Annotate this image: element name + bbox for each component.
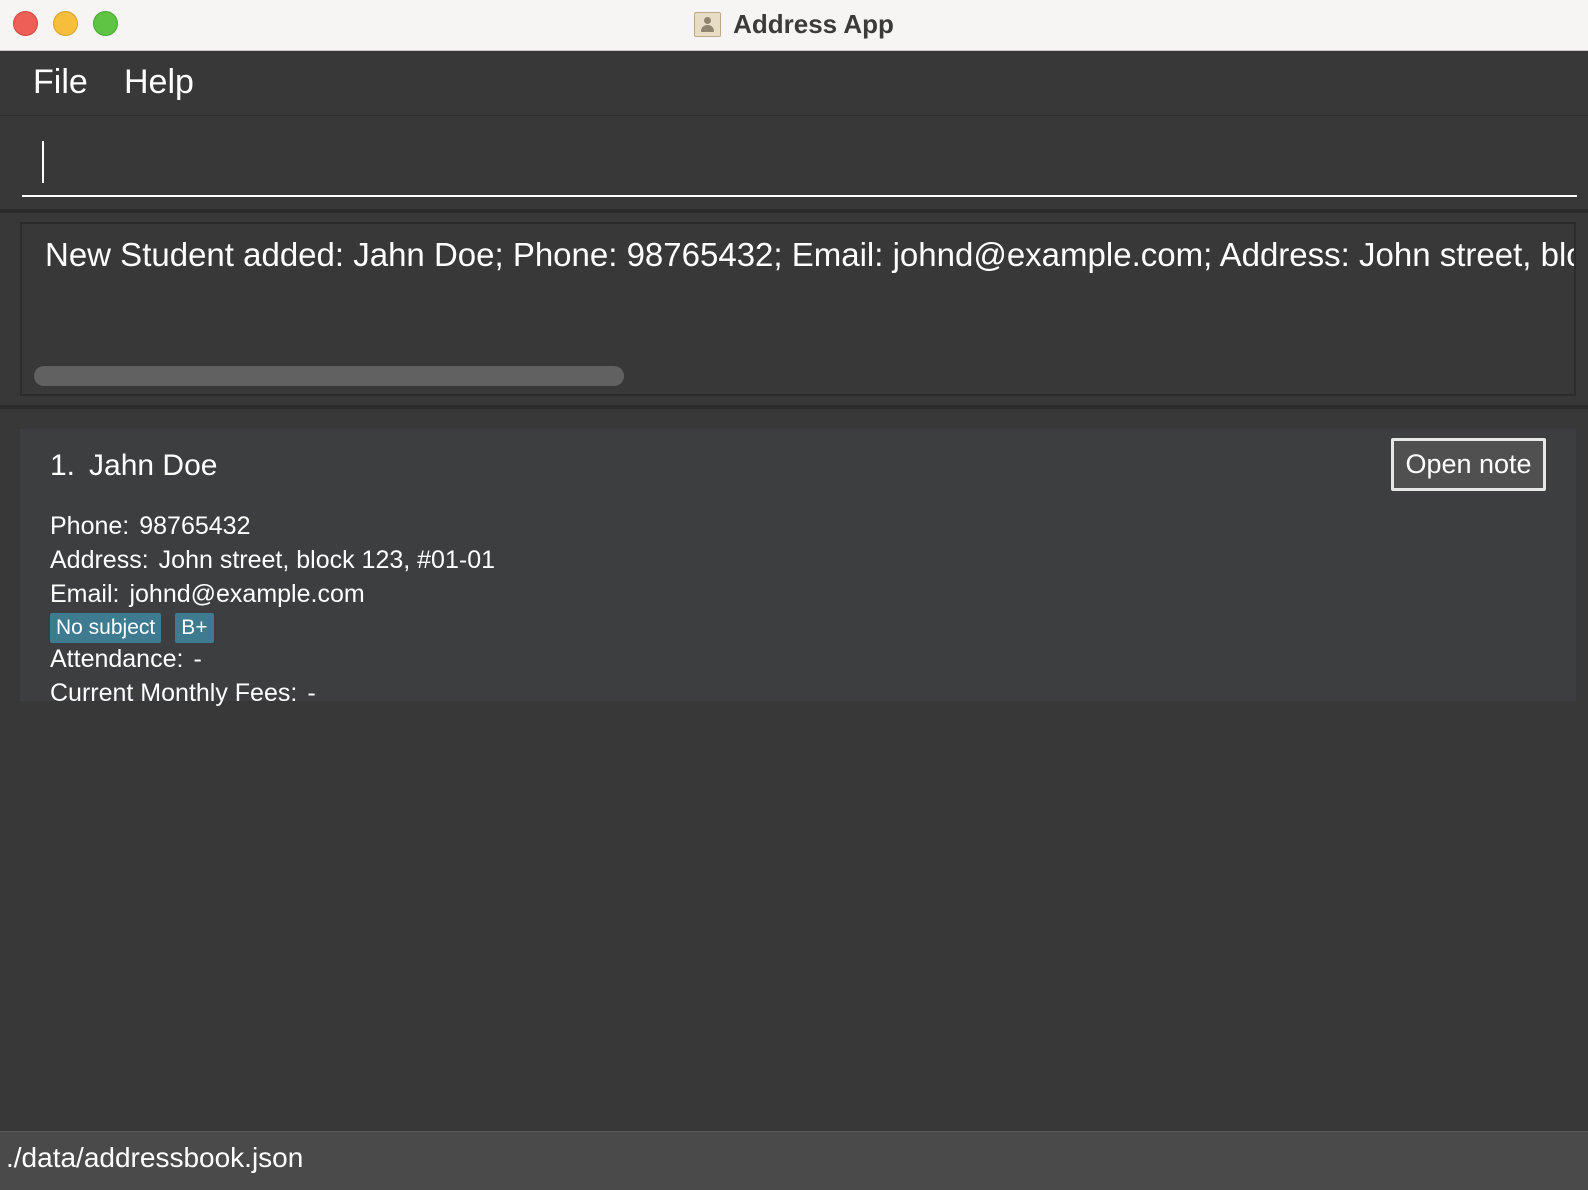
attendance-label: Attendance: — [50, 645, 184, 673]
student-name: Jahn Doe — [89, 449, 218, 482]
attendance-field: Attendance: - — [50, 645, 202, 674]
fees-value: - — [307, 679, 316, 707]
command-box — [0, 117, 1588, 209]
tag-list: No subject B+ — [50, 613, 214, 643]
result-message: New Student added: Jahn Doe; Phone: 9876… — [45, 236, 1576, 273]
address-field: Address: John street, block 123, #01-01 — [50, 546, 495, 575]
menu-file[interactable]: File — [33, 63, 88, 102]
horizontal-scrollbar-thumb[interactable] — [34, 366, 624, 386]
address-label: Address: — [50, 546, 149, 574]
address-value: John street, block 123, #01-01 — [158, 546, 495, 574]
save-location-path: ./data/addressbook.json — [6, 1142, 304, 1173]
student-card[interactable]: 1. Jahn Doe Phone: 98765432 Address: John s… — [20, 429, 1576, 707]
fees-field: Current Monthly Fees: - — [50, 679, 316, 708]
student-index: 1. — [50, 449, 76, 482]
window-title: Address App — [733, 8, 894, 39]
result-display[interactable]: New Student added: Jahn Doe; Phone: 9876… — [20, 222, 1576, 396]
email-field: Email: johnd@example.com — [50, 580, 365, 609]
fees-label: Current Monthly Fees: — [50, 679, 298, 707]
divider — [0, 209, 1588, 213]
text-caret — [42, 141, 44, 183]
phone-field: Phone: 98765432 — [50, 512, 250, 541]
app-window: Address App File Help New Student added:… — [0, 0, 1588, 1190]
open-note-button[interactable]: Open note — [1391, 438, 1546, 491]
phone-label: Phone: — [50, 512, 130, 540]
grade-tag: B+ — [175, 613, 214, 643]
student-name-row: 1. Jahn Doe — [50, 449, 217, 483]
address-book-icon — [694, 11, 722, 37]
attendance-value: - — [193, 645, 202, 673]
menu-bar: File Help — [0, 51, 1588, 116]
email-label: Email: — [50, 580, 120, 608]
phone-value: 98765432 — [139, 512, 251, 540]
command-input[interactable] — [22, 137, 1577, 197]
window-title-group: Address App — [0, 0, 1588, 48]
email-value: johnd@example.com — [129, 580, 365, 608]
menu-help[interactable]: Help — [124, 63, 194, 102]
status-bar: ./data/addressbook.json — [0, 1131, 1588, 1190]
student-list[interactable]: 1. Jahn Doe Phone: 98765432 Address: John s… — [0, 409, 1588, 1132]
title-bar: Address App — [0, 0, 1588, 51]
subject-tag: No subject — [50, 613, 162, 643]
